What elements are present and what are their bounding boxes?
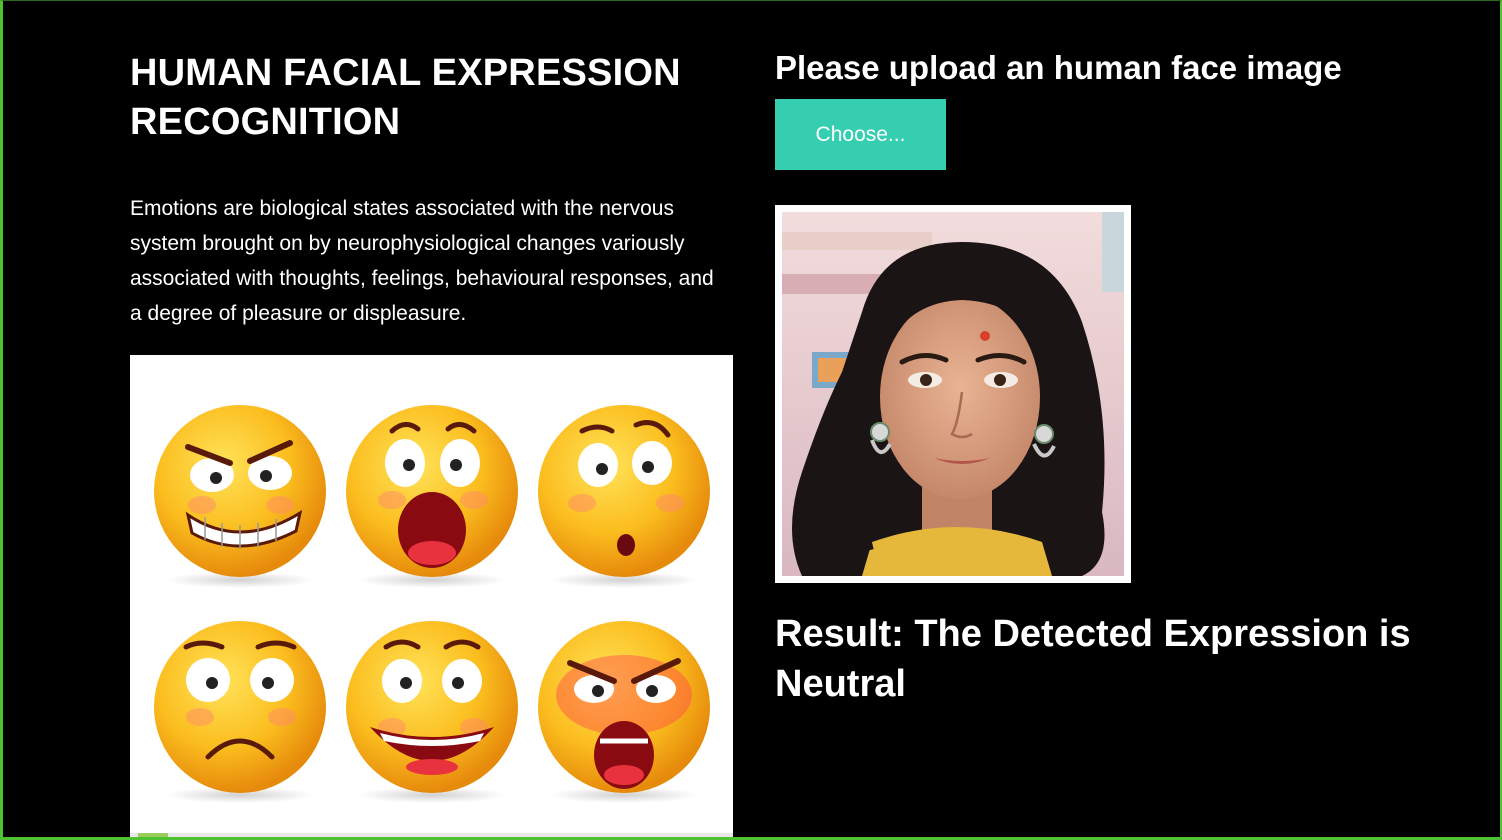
uploaded-face-illustration (782, 212, 1124, 576)
furious-emoji (538, 621, 710, 803)
choose-file-button[interactable]: Choose... (775, 99, 946, 170)
angry-emoji (154, 405, 326, 588)
upload-heading: Please upload an human face image (775, 49, 1342, 86)
emoji-collage-illustration (130, 405, 733, 837)
page-description: Emotions are biological states associate… (130, 197, 714, 325)
shocked-emoji (346, 405, 518, 588)
uploaded-photo (775, 205, 1131, 583)
page-title: HUMAN FACIAL EXPRESSION RECOGNITION (130, 52, 681, 143)
app-window: HUMAN FACIAL EXPRESSION RECOGNITION Emot… (0, 0, 1502, 840)
sad-emoji (154, 621, 326, 803)
happy-emoji (346, 621, 518, 803)
result-text: Result: The Detected Expression is Neutr… (775, 613, 1411, 705)
worried-emoji (538, 405, 710, 588)
emoji-collage-image (130, 355, 733, 837)
